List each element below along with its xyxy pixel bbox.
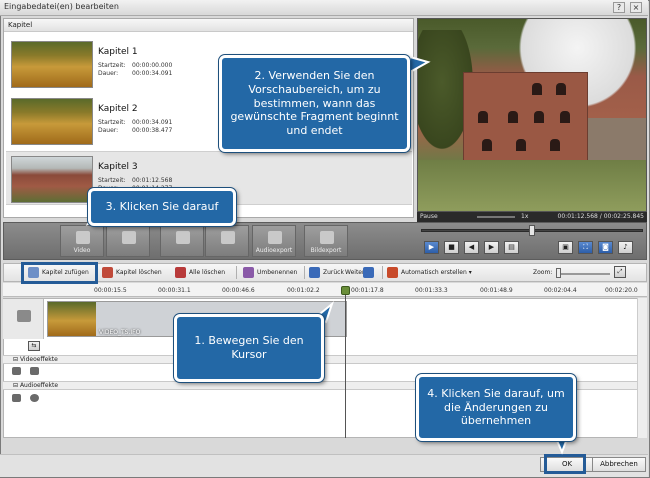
callout-two: 2. Verwenden Sie den Vorschaubereich, um… — [219, 55, 410, 152]
pointer-two — [409, 55, 431, 74]
callout-four: 4. Klicken Sie darauf, um die Änderungen… — [416, 374, 576, 441]
callout-one: 1. Bewegen Sie den Kursor — [174, 314, 324, 382]
callout-three: 3. Klicken Sie darauf — [88, 188, 236, 226]
